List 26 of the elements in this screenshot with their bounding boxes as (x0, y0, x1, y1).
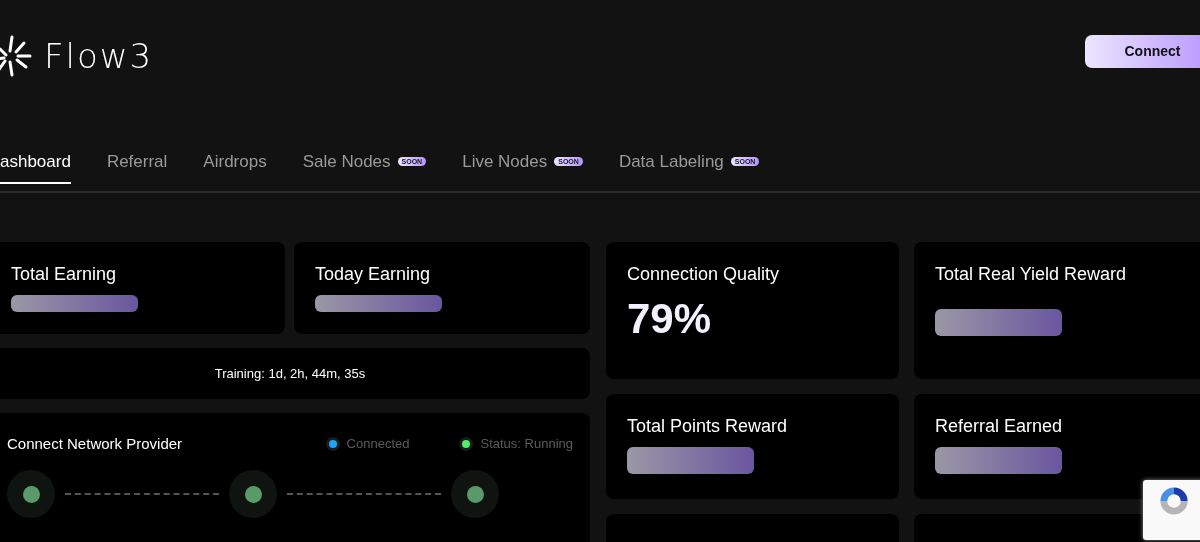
training-timer: Training: 1d, 2h, 44m, 35s (214, 366, 366, 381)
card-title: Connection Quality (627, 264, 780, 285)
card-title: Total Earning (11, 264, 117, 285)
status-dot (325, 436, 340, 451)
recaptcha-badge[interactable] (1143, 480, 1200, 540)
card-title: Referral Earned (935, 416, 1063, 437)
status-label: Status: Running (480, 436, 573, 451)
node-icon (7, 470, 55, 518)
card-title: Today Earning (315, 264, 431, 285)
nav-tab[interactable]: Airdrops (203, 152, 267, 182)
node-icon (451, 470, 499, 518)
stat-value: 79% (627, 295, 712, 343)
nav-tab[interactable]: Referral (106, 152, 168, 182)
status-dot (459, 436, 474, 451)
nav-tab[interactable]: Live Nodes (462, 152, 548, 182)
recaptcha-icon (1157, 484, 1191, 518)
card-title: Connect Network Provider (7, 435, 183, 452)
card-title: Total Real Yield Reward (935, 264, 1127, 285)
nav-tab[interactable]: ashboard (0, 152, 71, 184)
node-icon (229, 470, 277, 518)
nav-tab[interactable]: Data Labeling (618, 152, 724, 182)
nav-tab[interactable]: Sale Nodes (302, 152, 391, 182)
connect-button[interactable]: Connect (1085, 34, 1200, 68)
status-label: Connected (346, 436, 410, 451)
logo-wordmark: Flow3 (44, 36, 154, 76)
card-title: Total Points Reward (627, 416, 788, 437)
